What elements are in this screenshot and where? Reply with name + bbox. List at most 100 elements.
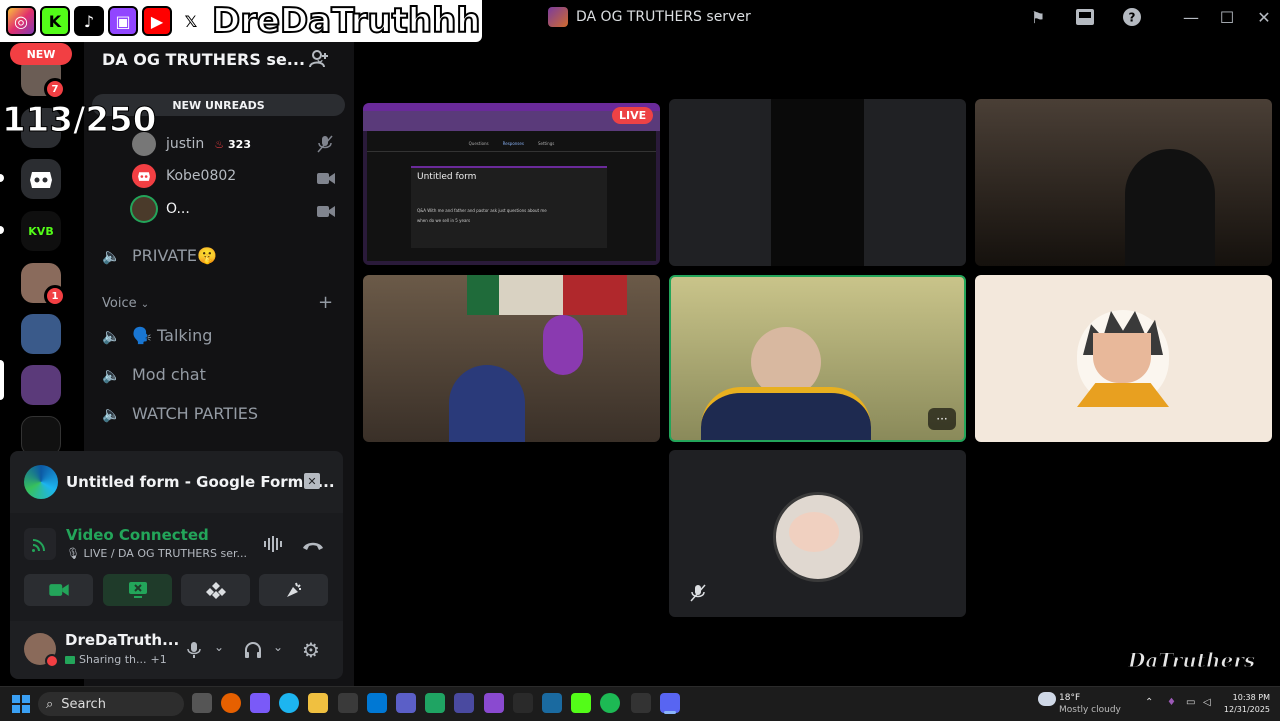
form-question-2: when do we sell in 5 years [417,218,471,223]
weather-desc[interactable]: Mostly cloudy [1059,705,1121,715]
stream-title[interactable]: Untitled form - Google Forms ... [66,473,335,491]
video-tile-flag[interactable] [363,275,660,442]
video-tile-dark[interactable] [669,99,966,266]
edge-icon[interactable] [279,693,299,713]
avatar-tile-muted[interactable] [669,450,966,617]
clock-date[interactable]: 12/31/2025 [1216,705,1270,714]
speaker-icon: 🔈 [102,404,121,423]
tiktok-icon: ♪ [74,6,104,36]
disconnect-icon[interactable] [302,537,324,556]
voice-location[interactable]: 🎙 LIVE / DA OG TRUTHERS ser... [66,547,247,560]
headphones-icon[interactable] [244,641,262,663]
task-view-icon[interactable] [192,693,212,713]
app-icon[interactable] [484,693,504,713]
maximize-icon[interactable]: ☐ [1216,6,1238,28]
store-icon[interactable] [338,693,358,713]
server-avatar-3[interactable] [21,159,61,199]
user-name[interactable]: DreDaTruth... [65,631,179,649]
server-avatar-8[interactable] [21,416,61,456]
voice-category[interactable]: Voice ⌄ [102,296,149,311]
help-icon[interactable]: ? [1121,6,1143,28]
avatar-face [789,512,839,552]
outlook-icon[interactable] [367,693,387,713]
form-tab: Questions [468,140,489,146]
voice-user-kobe[interactable]: Kobe0802 [132,164,236,188]
connection-icon[interactable] [24,528,56,560]
camera-button[interactable] [24,574,93,606]
teams-icon[interactable] [396,693,416,713]
tray-app-icon[interactable]: ♦ [1167,697,1176,708]
instagram-icon: ◎ [6,6,36,36]
video-tile-room[interactable] [975,99,1272,266]
inbox-icon[interactable] [1074,6,1096,28]
screen-share-tile[interactable]: Questions Responses Settings Untitled fo… [363,103,660,265]
spotify-icon[interactable] [600,693,620,713]
new-servers-pill[interactable]: NEW [10,43,72,65]
flag-icon[interactable]: ⚑ [1027,6,1049,28]
server-avatar-kvb[interactable]: KVB [21,211,61,251]
guild-header[interactable]: DA OG TRUTHERS se... ⌄ [102,44,342,74]
server-avatar-7[interactable] [21,365,61,405]
youtube-icon: ▶ [142,6,172,36]
channel-private[interactable]: 🔈 PRIVATE🤫 [102,246,217,265]
streamer-watermark: DaTruthers [1127,648,1256,673]
app-icon[interactable] [542,693,562,713]
app-icon[interactable] [513,693,533,713]
channel-mod-chat[interactable]: 🔈 Mod chat [102,365,206,384]
firefox-icon[interactable] [221,693,241,713]
window-title: DA OG TRUTHERS server [548,6,751,28]
channel-talking[interactable]: 🔈 🗣️ Talking [102,326,212,345]
add-channel-icon[interactable]: + [318,292,333,313]
tray-chevron-icon[interactable]: ⌃ [1145,697,1153,708]
stop-stream-icon[interactable]: ✕ [304,473,320,489]
taskbar-search[interactable]: ⌕ Search [38,692,184,716]
copilot-icon[interactable] [250,693,270,713]
discord-app-icon[interactable] [660,693,680,713]
app-icon[interactable] [425,693,445,713]
chevron-down-icon[interactable]: ⌄ [214,640,224,654]
mention-badge: 1 [44,285,66,307]
server-avatar-6[interactable] [21,314,61,354]
more-options-button[interactable]: ··· [928,408,956,430]
file-explorer-icon[interactable] [308,693,328,713]
active-indicator [664,711,676,714]
dnd-status-icon [45,654,59,668]
chevron-down-icon[interactable]: ⌄ [273,640,283,654]
avatar-tile[interactable] [975,275,1272,442]
mention-badge: 7 [44,78,66,100]
voice-user-name: Kobe0802 [166,168,237,184]
add-member-icon[interactable] [309,50,329,73]
kick-app-icon[interactable] [571,693,591,713]
network-icon[interactable]: ▭ [1186,697,1195,708]
mic-icon[interactable] [186,641,202,663]
screen-share-button[interactable] [103,574,172,606]
minimize-icon[interactable]: — [1180,6,1202,28]
weather-temp[interactable]: 18°F [1059,693,1080,703]
gear-icon[interactable]: ⚙ [302,638,320,662]
user-status-extra: +1 [150,653,167,666]
noise-suppression-icon[interactable] [263,535,285,557]
voice-user-name: O... [166,201,190,217]
guild-name: DA OG TRUTHERS se... [102,49,306,69]
activities-button[interactable] [181,574,250,606]
search-label: Search [61,696,106,712]
speaker-lock-icon: 🔈 [102,246,121,265]
close-icon[interactable]: ✕ [1253,6,1275,28]
video-tile-speaking[interactable]: ··· [669,275,966,442]
soundboard-button[interactable] [259,574,328,606]
muted-mic-icon [317,135,333,157]
clock-time[interactable]: 10:38 PM [1226,693,1270,702]
voice-location-text: LIVE / DA OG TRUTHERS ser... [83,547,247,560]
discord-avatar [132,164,156,188]
camera-feed [771,99,864,266]
windows-start-icon[interactable] [12,695,30,717]
twitch-icon: ▣ [108,6,138,36]
form-tabs: Questions Responses Settings [367,135,656,152]
flame-icon: ♨ [214,137,225,151]
app-icon[interactable] [454,693,474,713]
channel-watch-parties[interactable]: 🔈 WATCH PARTIES [102,404,258,423]
channel-label: 🗣️ Talking [132,326,213,345]
obs-icon[interactable] [631,693,651,713]
voice-user-o[interactable]: O... [132,197,190,221]
volume-icon[interactable]: ◁ [1203,697,1211,708]
